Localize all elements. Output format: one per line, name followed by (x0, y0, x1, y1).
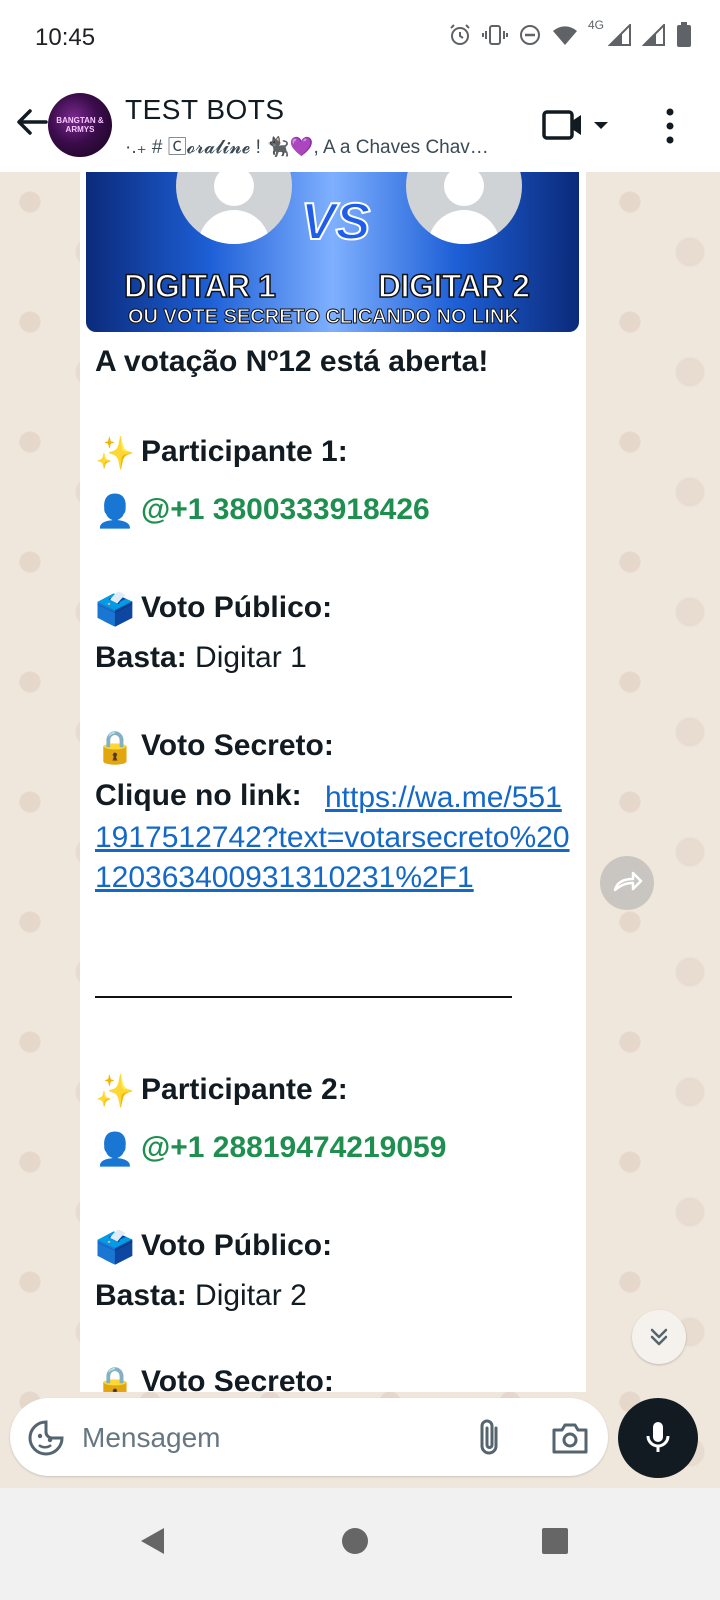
banner-bottom-label: OU VOTE SECRETO CLICANDO NO LINK (128, 306, 520, 329)
message-bubble[interactable]: VS DIGITAR 1 DIGITAR 2 OU VOTE SECRETO C… (80, 172, 586, 1392)
status-icons: 4G (448, 18, 692, 48)
alarm-icon (450, 24, 470, 45)
system-navigation-bar (0, 1488, 720, 1600)
banner-right-label: DIGITAR 2 (377, 267, 530, 305)
person-icon: 👤 (95, 1131, 135, 1168)
lock-icon: 🔒 (95, 729, 135, 766)
double-chevron-down-icon (650, 1328, 668, 1346)
participant-2-line: ✨ Participante 2: (95, 1073, 348, 1110)
chat-area[interactable]: VS DIGITAR 1 DIGITAR 2 OU VOTE SECRETO C… (0, 172, 720, 1488)
battery-icon (677, 22, 691, 47)
forward-button[interactable] (600, 856, 654, 910)
lock-icon: 🔒 (95, 1365, 135, 1392)
participant-1-mention[interactable]: @+1 3800333918426 (141, 493, 430, 526)
dnd-icon (519, 25, 540, 45)
basta-1-line: Basta: Digitar 1 (95, 641, 307, 674)
secret-vote-link[interactable]: https://wa.me/5511917512742?text=votarse… (95, 778, 570, 898)
basta-2-line: Basta: Digitar 2 (95, 1279, 307, 1312)
secret-vote-1-line: 🔒 Voto Secreto: (95, 729, 334, 766)
participant-1-number-line: 👤 @+1 3800333918426 (95, 490, 430, 531)
participant-1-avatar (176, 172, 292, 244)
nav-home-icon[interactable] (342, 1528, 368, 1554)
message-composer (10, 1398, 608, 1476)
status-bar: 10:45 4G (0, 0, 720, 80)
public-vote-2-line: 🗳️ Voto Público: (95, 1229, 333, 1266)
poll-banner-image[interactable]: VS DIGITAR 1 DIGITAR 2 OU VOTE SECRETO C… (86, 172, 579, 332)
back-arrow-icon[interactable] (12, 102, 52, 142)
signal-icon (608, 24, 631, 46)
forward-icon (613, 871, 643, 892)
banner-left-label: DIGITAR 1 (123, 267, 276, 305)
video-call-icon[interactable] (540, 104, 620, 148)
sparkles-icon: ✨ (95, 1073, 135, 1110)
sticker-icon[interactable] (26, 1418, 66, 1458)
poll-heading: A votação Nº12 está aberta! (95, 345, 489, 378)
group-avatar[interactable]: BANGTAN & ARMYS (48, 93, 112, 157)
camera-icon[interactable] (550, 1418, 590, 1458)
separator-line (95, 996, 512, 998)
ballot-box-icon: 🗳️ (95, 1229, 135, 1266)
paperclip-icon[interactable] (470, 1416, 510, 1460)
avatar-text: BANGTAN & ARMYS (56, 116, 104, 134)
participant-1-line: ✨ Participante 1: (95, 435, 348, 472)
ballot-box-icon: 🗳️ (95, 591, 135, 628)
scroll-to-bottom-button[interactable] (632, 1310, 686, 1364)
voice-message-button[interactable] (618, 1398, 698, 1478)
status-time: 10:45 (35, 24, 96, 51)
signal-icon-2 (642, 24, 665, 46)
message-input[interactable] (82, 1418, 442, 1458)
participant-2-mention[interactable]: @+1 28819474219059 (141, 1131, 446, 1164)
more-options-icon[interactable] (652, 104, 688, 148)
microphone-icon (646, 1422, 670, 1452)
chat-title[interactable]: TEST BOTS (125, 94, 285, 126)
chat-members-subtitle[interactable]: ·.₊ # 🄲𝓸𝓻𝓪𝓵𝓲𝓷𝓮 ! 🐈‍⬛💜, A a Chaves Chav… (125, 132, 525, 159)
chat-header: BANGTAN & ARMYS TEST BOTS ·.₊ # 🄲𝓸𝓻𝓪𝓵𝓲𝓷𝓮… (0, 80, 720, 173)
banner-vs: VS (300, 192, 371, 252)
person-icon: 👤 (95, 493, 135, 530)
vibrate-icon (481, 25, 508, 45)
nav-back-icon[interactable] (138, 1526, 166, 1556)
sparkles-icon: ✨ (95, 435, 135, 472)
nav-recents-icon[interactable] (542, 1528, 568, 1554)
network-type: 4G (587, 18, 604, 32)
secret-vote-2-line: 🔒 Voto Secreto: (95, 1362, 334, 1392)
participant-2-avatar (406, 172, 522, 244)
public-vote-1-line: 🗳️ Voto Público: (95, 591, 333, 628)
participant-2-number-line: 👤 @+1 28819474219059 (95, 1128, 446, 1169)
wifi-icon (552, 26, 577, 45)
